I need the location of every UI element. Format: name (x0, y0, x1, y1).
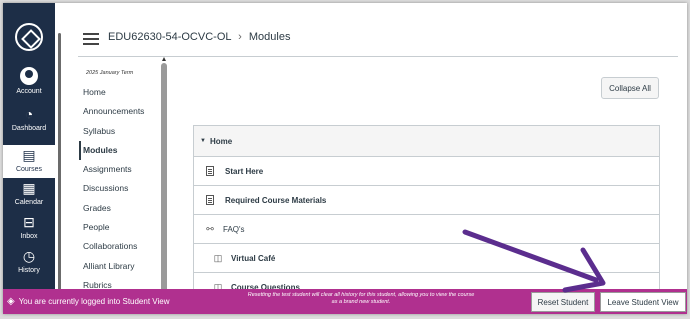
course-nav-assignments[interactable]: Assignments (79, 160, 159, 179)
nav-divider (58, 33, 61, 293)
global-nav-label: Calendar (14, 199, 44, 206)
term-label: 2025 January Term (86, 70, 134, 76)
calendar-icon: ▦ (22, 180, 36, 196)
breadcrumb-course-link[interactable]: EDU62630-54-OCVC-OL (108, 31, 231, 43)
student-view-bar: ◈ You are currently logged into Student … (3, 289, 687, 314)
student-view-note: Resetting the test student will clear al… (247, 292, 475, 305)
global-nav-label: Dashboard (11, 125, 47, 132)
global-navigation: Account ◔ Dashboard ▤ Courses ▦ Calendar… (3, 3, 55, 314)
global-nav-label: Account (16, 88, 42, 95)
book-icon: ▤ (22, 147, 36, 163)
course-nav-announcements[interactable]: Announcements (79, 102, 159, 121)
course-nav-discussions[interactable]: Discussions (79, 179, 159, 198)
breadcrumb-separator: › (238, 31, 242, 43)
dashboard-icon: ◔ (24, 106, 34, 122)
collapse-all-button[interactable]: Collapse All (601, 77, 659, 99)
module-title: Home (209, 136, 233, 146)
global-nav-label: Inbox (20, 233, 38, 240)
canvas-window: Account ◔ Dashboard ▤ Courses ▦ Calendar… (3, 3, 687, 314)
course-navigation: Home Announcements Syllabus Modules Assi… (79, 83, 159, 295)
module-item-faq[interactable]: ⚯ FAQ's (193, 215, 660, 244)
global-nav-inbox[interactable]: ⊟ Inbox (3, 215, 55, 241)
module-item-start-here[interactable]: Start Here (193, 157, 660, 186)
page-icon (206, 166, 214, 176)
module-item-label[interactable]: Start Here (225, 167, 263, 176)
student-view-icon: ◈ (7, 296, 15, 307)
module-item-label[interactable]: Required Course Materials (225, 196, 326, 205)
caret-down-icon: ▼ (200, 138, 206, 144)
breadcrumb: EDU62630-54-OCVC-OL › Modules (108, 31, 290, 43)
module-header[interactable]: ▼ Home (193, 125, 660, 157)
global-nav-courses[interactable]: ▤ Courses (3, 145, 55, 178)
module-item-label[interactable]: FAQ's (223, 225, 245, 234)
module-item-virtual-cafe[interactable]: ◫ Virtual Café (193, 244, 660, 273)
page-icon (206, 195, 214, 205)
institution-logo-icon[interactable] (15, 23, 43, 51)
discussion-icon: ◫ (213, 252, 223, 263)
leave-student-view-button[interactable]: Leave Student View (600, 292, 686, 312)
global-nav-account[interactable]: Account (3, 67, 55, 96)
clock-icon: ◷ (22, 248, 36, 264)
course-nav-scrollbar[interactable] (161, 57, 167, 313)
reset-student-button[interactable]: Reset Student (531, 292, 595, 312)
hamburger-menu-icon[interactable] (83, 33, 99, 45)
global-nav-history[interactable]: ◷ History (3, 249, 55, 275)
module-item-required-materials[interactable]: Required Course Materials (193, 186, 660, 215)
course-nav-people[interactable]: People (79, 218, 159, 237)
course-nav-modules[interactable]: Modules (79, 140, 159, 161)
student-view-message: You are currently logged into Student Vi… (18, 297, 170, 306)
module-item-label[interactable]: Virtual Café (231, 254, 275, 263)
global-nav-dashboard[interactable]: ◔ Dashboard (3, 107, 55, 133)
course-nav-syllabus[interactable]: Syllabus (79, 122, 159, 141)
course-nav-grades[interactable]: Grades (79, 199, 159, 218)
module-home: ▼ Home Start Here Required Course Materi… (193, 125, 660, 302)
course-nav-collaborations[interactable]: Collaborations (79, 237, 159, 256)
global-nav-label: Courses (15, 166, 43, 173)
course-nav-library[interactable]: Alliant Library (79, 257, 159, 276)
global-nav-calendar[interactable]: ▦ Calendar (3, 181, 55, 207)
inbox-icon: ⊟ (23, 214, 35, 230)
user-avatar-icon (20, 67, 38, 85)
breadcrumb-current: Modules (248, 31, 291, 43)
course-nav-home[interactable]: Home (79, 83, 159, 102)
link-icon: ⚯ (206, 223, 214, 234)
header-divider (78, 56, 678, 57)
global-nav-label: History (18, 267, 40, 274)
